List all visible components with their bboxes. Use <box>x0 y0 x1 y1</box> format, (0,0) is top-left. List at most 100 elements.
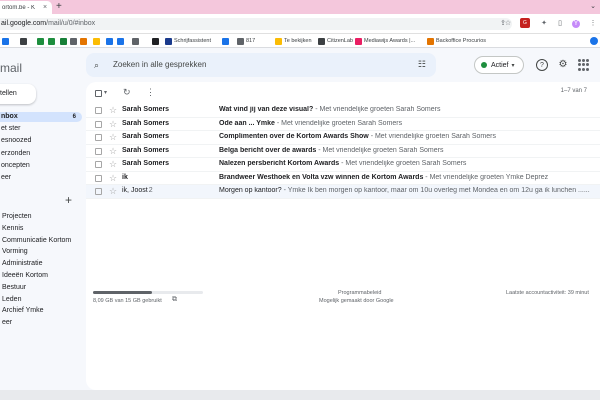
bookmark-item[interactable] <box>60 37 69 45</box>
apps-grid-icon[interactable] <box>578 59 590 71</box>
star-icon[interactable]: ☆ <box>109 159 117 170</box>
close-icon[interactable]: × <box>43 4 47 11</box>
browser-tab-strip: ortom.be - K × + ⌄ <box>0 0 600 14</box>
sidebar-item[interactable]: eer <box>0 173 82 183</box>
sidebar-item[interactable]: erzonden <box>0 149 82 159</box>
star-icon[interactable]: ☆ <box>109 146 117 157</box>
external-link-icon[interactable]: ⧉ <box>172 296 177 304</box>
email-snippet: - Met vriendelijke groeten Sarah Somers <box>316 146 444 154</box>
row-checkbox[interactable] <box>95 174 102 182</box>
search-icon[interactable]: ⌕ <box>94 60 99 71</box>
row-checkbox[interactable] <box>95 161 102 168</box>
bookmark-favicon-icon <box>93 37 100 45</box>
sidebar-item[interactable]: nbox 6 <box>0 112 82 122</box>
search-options-icon[interactable]: ☷ <box>418 59 426 70</box>
label-item[interactable]: Communicatie Kortom <box>0 236 82 246</box>
sidebar-item[interactable]: et ster <box>0 124 82 134</box>
bookmark-item[interactable]: Backoffice Procurios <box>427 37 486 45</box>
bookmark-item[interactable] <box>20 37 29 45</box>
bookmark-item[interactable] <box>106 37 115 45</box>
tab-search-icon[interactable]: ⌄ <box>590 2 596 10</box>
row-checkbox[interactable] <box>95 107 102 114</box>
bookmark-item[interactable] <box>37 37 46 45</box>
label-item[interactable]: Leden <box>0 295 82 305</box>
email-row[interactable]: ☆ ik Brandweer Westhoek en Volta vzw winne… <box>86 172 600 185</box>
bookmark-item[interactable]: 817 <box>237 37 255 45</box>
row-checkbox[interactable] <box>95 134 102 141</box>
email-row[interactable]: ☆ ik, Joost2 Morgen op kantoor? - Ymke Ik … <box>86 185 600 199</box>
row-checkbox[interactable] <box>95 147 102 155</box>
refresh-icon[interactable]: ↻ <box>123 87 131 98</box>
add-label-button[interactable]: + <box>65 193 72 207</box>
bookmark-favicon-icon <box>237 37 244 45</box>
label-item[interactable]: Vorming <box>0 247 82 257</box>
label-item[interactable]: Administratie <box>0 259 82 269</box>
extension-icon[interactable]: G <box>520 18 530 28</box>
more-options-icon[interactable]: ⋮ <box>146 87 155 98</box>
search-bar[interactable]: ⌕ Zoeken in alle gesprekken ☷ <box>86 53 436 77</box>
help-icon[interactable]: ? <box>536 59 548 71</box>
bookmark-item[interactable] <box>2 37 11 45</box>
tab-title: ortom.be - K <box>2 4 36 11</box>
star-icon[interactable]: ☆ <box>504 20 512 28</box>
bookmark-item[interactable]: Mediawijs Awards |... <box>355 37 415 45</box>
policy-link[interactable]: Programmabeleid <box>338 290 381 296</box>
bookmark-item[interactable] <box>152 37 161 45</box>
label-item[interactable]: Kennis <box>0 224 82 234</box>
bookmark-item[interactable] <box>117 37 126 45</box>
row-checkbox[interactable] <box>95 120 102 128</box>
star-icon[interactable]: ☆ <box>109 173 117 184</box>
chevron-down-icon[interactable]: ▾ <box>104 89 107 96</box>
sidebar-item[interactable]: esnoozed <box>0 136 82 146</box>
url-host: ail.google.com <box>1 20 47 27</box>
bookmark-item[interactable] <box>222 37 231 45</box>
puzzle-icon[interactable]: ✦ <box>540 20 548 28</box>
star-icon[interactable]: ☆ <box>109 132 117 143</box>
label-item[interactable]: Projecten <box>0 212 82 222</box>
email-row[interactable]: ☆ Sarah Somers Complimenten over de Kortom… <box>86 131 600 145</box>
sender-name: Sarah Somers <box>122 119 170 127</box>
compose-button[interactable]: tellen <box>0 84 36 104</box>
email-summary: Complimenten over de Kortom Awards Show … <box>219 133 595 140</box>
bookmark-item[interactable] <box>70 37 79 45</box>
unread-count: 6 <box>72 114 76 120</box>
star-icon[interactable]: ☆ <box>109 119 117 130</box>
taskbar-strip <box>0 390 600 400</box>
email-row[interactable]: ☆ Sarah Somers Nalezen persbericht Kortom … <box>86 158 600 172</box>
email-row[interactable]: ☆ Sarah Somers Ode aan ... Ymke - Met vrie… <box>86 118 600 131</box>
bookmark-item[interactable]: Schrijfassistent <box>165 37 211 45</box>
label-item[interactable]: Archief Ymke <box>0 306 82 316</box>
status-button[interactable]: Actief ▾ <box>474 56 524 74</box>
url-field[interactable]: ail.google.com/mail/u/0/#inbox <box>0 18 512 30</box>
email-subject: Brandweer Westhoek en Volta vzw winnen d… <box>219 173 424 181</box>
star-icon[interactable]: ☆ <box>109 105 117 116</box>
email-row[interactable]: ☆ Sarah Somers Belga bericht over de award… <box>86 145 600 158</box>
select-all-checkbox[interactable] <box>95 90 102 97</box>
row-checkbox[interactable] <box>95 188 102 195</box>
search-input[interactable]: Zoeken in alle gesprekken <box>113 60 206 69</box>
label-item[interactable]: eer <box>0 318 82 328</box>
sidebar-item[interactable]: oncepten <box>0 161 82 171</box>
bookmark-item[interactable] <box>132 37 141 45</box>
bookmark-item[interactable] <box>93 37 102 45</box>
label-item[interactable]: Ideeën Kortom <box>0 271 82 281</box>
sidepanel-icon[interactable]: ▯ <box>556 20 564 28</box>
bookmark-item[interactable]: Te bekijken <box>275 37 312 45</box>
bookmark-favicon-icon <box>132 37 139 45</box>
bookmark-item[interactable]: CitizenLab <box>318 37 353 45</box>
menu-icon[interactable]: ⋮ <box>589 20 597 28</box>
label-item[interactable]: Bestuur <box>0 283 82 293</box>
profile-icon[interactable]: Y <box>572 20 580 28</box>
bookmark-item[interactable] <box>80 37 89 45</box>
bookmark-item[interactable] <box>48 37 57 45</box>
bookmark-favicon-icon <box>48 37 55 45</box>
gear-icon[interactable]: ⚙ <box>557 59 569 71</box>
email-row[interactable]: ☆ Sarah Somers Wat vind jij van deze visua… <box>86 104 600 118</box>
bookmarks-overflow-icon[interactable] <box>590 37 598 45</box>
new-tab-button[interactable]: + <box>56 1 62 13</box>
email-sender: Sarah Somers <box>122 160 169 167</box>
browser-tab[interactable]: ortom.be - K × <box>0 1 52 14</box>
gmail-logo[interactable]: mail <box>0 61 22 75</box>
sidebar-item-label: nbox <box>1 113 18 120</box>
star-icon[interactable]: ☆ <box>109 186 117 197</box>
